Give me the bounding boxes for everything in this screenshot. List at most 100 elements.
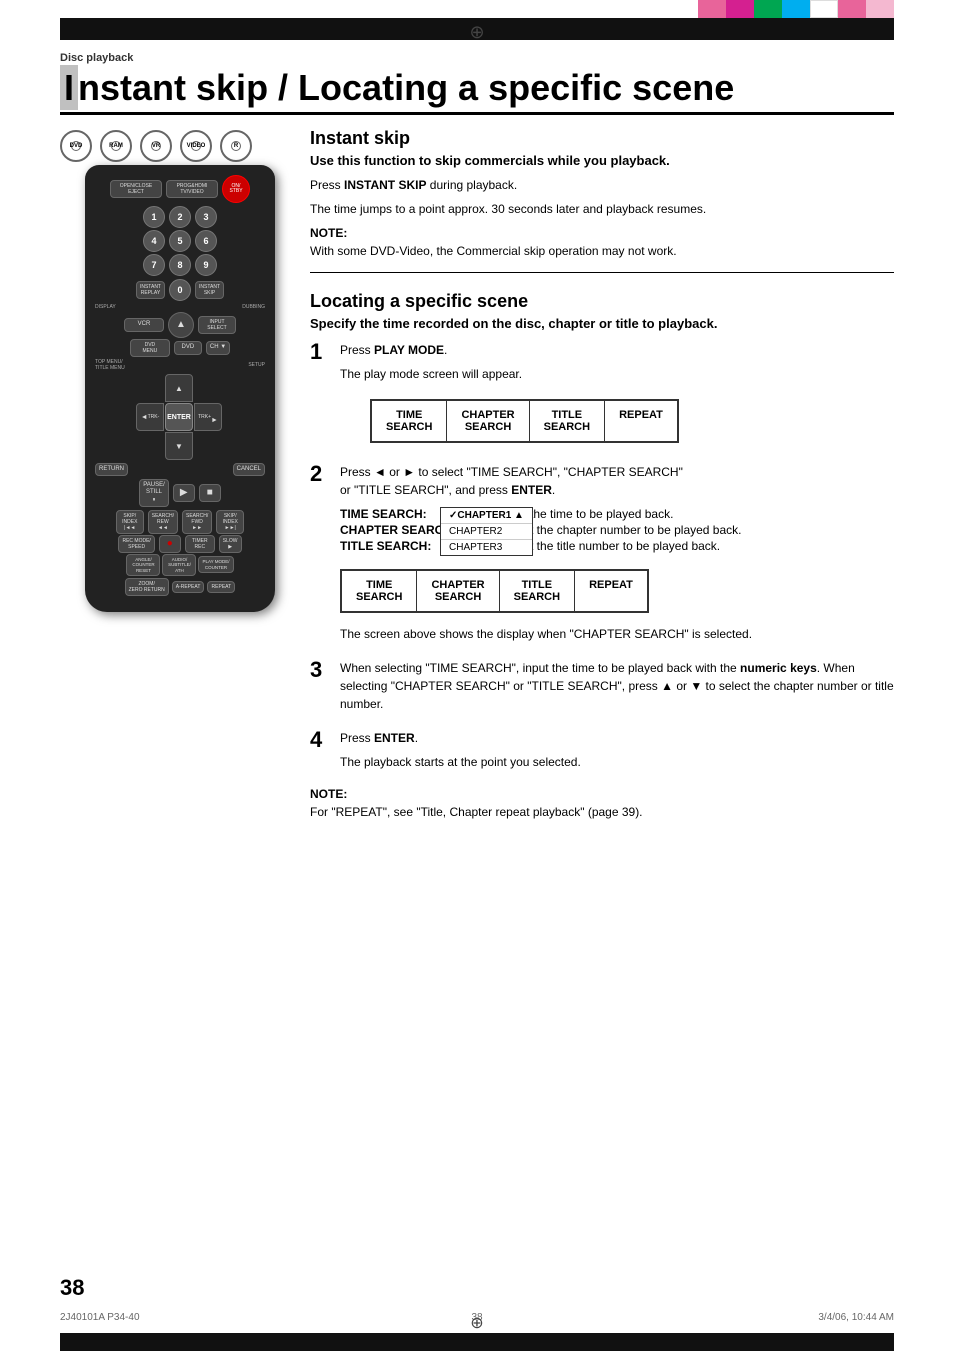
btn-7[interactable]: 7 <box>143 254 165 276</box>
search-types: TIME SEARCH: Input the time to be played… <box>340 507 894 553</box>
tis2-line2: SEARCH <box>514 591 560 603</box>
top-color-bar <box>0 0 954 18</box>
open-close-btn[interactable]: OPEN/CLOSEEJECT <box>110 180 162 198</box>
locating-note-text: For "REPEAT", see "Title, Chapter repeat… <box>310 803 894 821</box>
step-3-text: When selecting "TIME SEARCH", input the … <box>340 659 894 713</box>
dvd-btn[interactable]: DVD <box>174 341 202 354</box>
play-btn[interactable]: ▶ <box>173 484 195 502</box>
step-2-instruction: Press ◄ or ► to select "TIME SEARCH", "C… <box>340 463 894 499</box>
return-btn[interactable]: RETURN <box>95 463 128 476</box>
page-number: 38 <box>60 1275 84 1301</box>
btn-6[interactable]: 6 <box>195 230 217 252</box>
nav-right-btn[interactable]: TRK+► <box>194 403 222 431</box>
remote-container: OPEN/CLOSEEJECT PROG&HDMITV/VIDEO ON/STB… <box>60 165 300 612</box>
instant-replay-btn[interactable]: INSTANTREPLAY <box>136 281 165 299</box>
btn-5[interactable]: 5 <box>169 230 191 252</box>
chapter-search-line1: CHAPTER <box>461 409 514 421</box>
ts2-line1: TIME <box>356 579 402 591</box>
step-4-number: 4 <box>310 729 330 777</box>
zoom-btn[interactable]: ZOOM/ZERO RETURN <box>125 578 169 596</box>
remote-body: OPEN/CLOSEEJECT PROG&HDMITV/VIDEO ON/STB… <box>85 165 275 612</box>
step-1-instruction: Press PLAY MODE. <box>340 341 894 359</box>
step-1: 1 Press PLAY MODE. The play mode screen … <box>310 341 894 453</box>
slow-btn[interactable]: SLOW▶ <box>219 535 242 553</box>
time-search-type: TIME SEARCH: Input the time to be played… <box>340 507 894 521</box>
chapter-search-line2: SEARCH <box>461 421 514 433</box>
step-4-content: Press ENTER. The playback starts at the … <box>340 729 894 777</box>
a-repeat-btn[interactable]: A-REPEAT <box>172 581 205 593</box>
search-rew-btn[interactable]: SEARCH/REW◄◄ <box>148 510 178 534</box>
repeat-btn[interactable]: REPEAT <box>207 581 235 593</box>
btn-9[interactable]: 9 <box>195 254 217 276</box>
chapter-dropdown: ✓CHAPTER1 ▲ CHAPTER2 CHAPTER3 <box>440 507 533 556</box>
search-screen-2: TIME SEARCH CHAPTER SEARCH TITLE SEARCH <box>340 569 649 613</box>
pause-still-btn[interactable]: PAUSE/STILL⏸ <box>139 479 169 507</box>
cs2-cell: CHAPTER SEARCH <box>417 571 499 611</box>
chapter-search-type-desc: Select the chapter number to be played b… <box>500 523 741 537</box>
enter-btn[interactable]: ENTER <box>165 403 193 431</box>
btn-1[interactable]: 1 <box>143 206 165 228</box>
skip-index-1-btn[interactable]: SKIP/INDEX|◄◄ <box>116 510 144 534</box>
input-select-btn[interactable]: INPUTSELECT <box>198 316 236 334</box>
up-btn[interactable]: ▲ <box>168 312 194 338</box>
ts2-cell: TIME SEARCH <box>342 571 417 611</box>
cs2-line1: CHAPTER <box>431 579 484 591</box>
vcr-btn[interactable]: VCR <box>124 318 164 331</box>
title-search-cell: TITLE SEARCH <box>530 401 605 441</box>
page-header: Disc playback <box>60 52 133 64</box>
nav-up-btn[interactable]: ▲ <box>165 374 193 402</box>
repeat-line2 <box>619 421 663 433</box>
instant-skip-note-text: With some DVD-Video, the Commercial skip… <box>310 242 894 260</box>
search-fwd-btn[interactable]: SEARCH/FWD►► <box>182 510 212 534</box>
instant-skip-body1: Press INSTANT SKIP during playback. <box>310 176 894 194</box>
instant-skip-title: Instant skip <box>310 128 894 149</box>
dvd-menu-btn[interactable]: DVDMENU <box>130 339 170 357</box>
screen2-caption: The screen above shows the display when … <box>340 625 894 643</box>
step-3-number: 3 <box>310 659 330 719</box>
rec-mode-btn[interactable]: REC MODE/SPEED <box>118 535 154 553</box>
disc-icon-dvd: DVD <box>60 130 92 162</box>
disc-icon-r: R <box>220 130 252 162</box>
step-2-content: Press ◄ or ► to select "TIME SEARCH", "C… <box>340 463 894 649</box>
btn-3[interactable]: 3 <box>195 206 217 228</box>
title-search-type-desc: Select the title number to be played bac… <box>500 539 720 553</box>
press-label: Press <box>310 178 344 192</box>
top-menu-label: TOP MENU/TITLE MENU <box>95 359 125 371</box>
step-1-number: 1 <box>310 341 330 453</box>
disc-icon-vr: VR <box>140 130 172 162</box>
cancel-btn[interactable]: CANCEL <box>233 463 265 476</box>
chapter-search-type: CHAPTER SEARCH: Select the chapter numbe… <box>340 523 894 537</box>
instant-skip-bold: INSTANT SKIP <box>344 178 426 192</box>
rep2-cell: REPEAT <box>575 571 647 611</box>
top-crosshair: ⊕ <box>469 22 484 43</box>
stop-btn[interactable]: ■ <box>199 484 221 502</box>
step1-press: Press <box>340 343 374 357</box>
tis2-line1: TITLE <box>514 579 560 591</box>
nav-down-btn[interactable]: ▼ <box>165 432 193 460</box>
play-mode-btn[interactable]: PLAY MODE/COUNTER <box>198 556 233 573</box>
angle-btn[interactable]: ANGLE/COUNTERRESET <box>126 554 160 576</box>
time-search-line1: TIME <box>386 409 432 421</box>
btn-0[interactable]: 0 <box>169 279 191 301</box>
during-playback: during playback. <box>426 178 517 192</box>
timer-rec-btn[interactable]: TIMERREC <box>185 535 215 553</box>
btn-8[interactable]: 8 <box>169 254 191 276</box>
nav-left-btn[interactable]: ◄TRK- <box>136 403 164 431</box>
on-standby-btn[interactable]: ON/STBY <box>222 175 250 203</box>
time-search-line2: SEARCH <box>386 421 432 433</box>
audio-btn[interactable]: AUDIO/SUBTITLE/ATH <box>162 554 196 576</box>
skip-index-2-btn[interactable]: SKIP/INDEX►►| <box>216 510 244 534</box>
rep2-line1: REPEAT <box>589 579 633 591</box>
disc-icons-row: DVD RAM VR VIDEO R <box>60 130 252 162</box>
step-4-detail: The playback starts at the point you sel… <box>340 753 894 771</box>
chapter3-option[interactable]: CHAPTER3 <box>441 540 532 555</box>
instant-skip-btn[interactable]: INSTANTSKIP <box>195 281 224 299</box>
rec-btn[interactable]: ● <box>159 535 181 553</box>
chapter1-option[interactable]: ✓CHAPTER1 ▲ <box>441 508 532 524</box>
btn-4[interactable]: 4 <box>143 230 165 252</box>
chapter2-option[interactable]: CHAPTER2 <box>441 524 532 540</box>
btn-2[interactable]: 2 <box>169 206 191 228</box>
nav-corner-tl <box>136 374 164 402</box>
prog-hdmi-btn[interactable]: PROG&HDMITV/VIDEO <box>166 180 218 198</box>
ch-btn[interactable]: CH ▼ <box>206 341 230 354</box>
